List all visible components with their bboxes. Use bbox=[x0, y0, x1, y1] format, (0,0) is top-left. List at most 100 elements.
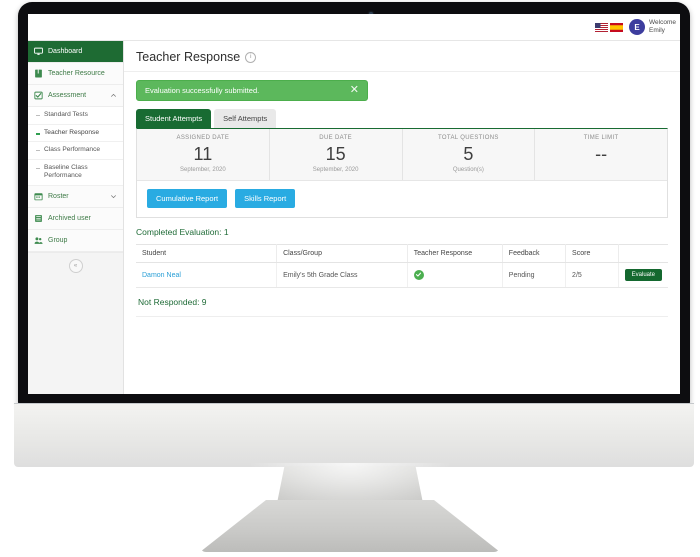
info-icon[interactable]: i bbox=[245, 51, 257, 63]
sidebar-subitem-label: Baseline Class Performance bbox=[44, 163, 88, 180]
us-flag-icon[interactable] bbox=[595, 22, 609, 32]
stat-sub: September, 2020 bbox=[312, 167, 359, 173]
stat-time-limit: TIME LIMIT -- bbox=[535, 129, 667, 180]
screenshot-scene: E Welcome Emily Dashboard Teacher Resour… bbox=[0, 0, 700, 557]
checklist-icon bbox=[34, 91, 43, 100]
column-header-feedback: Feedback bbox=[502, 244, 567, 263]
monitor-chin bbox=[14, 404, 694, 467]
stat-value: 15 bbox=[325, 144, 346, 164]
table-row: Damon Neal Emily's 5th Grade Class Pendi… bbox=[136, 262, 668, 288]
sidebar-item-label: Teacher Resource bbox=[48, 70, 105, 77]
sidebar-item-label: Roster bbox=[48, 192, 69, 200]
stat-total-questions: TOTAL QUESTIONS 5 Question(s) bbox=[403, 129, 536, 180]
avatar-initial: E bbox=[634, 22, 640, 32]
cell-teacher-response bbox=[407, 262, 503, 288]
sidebar-item-label: Assessment bbox=[48, 92, 87, 99]
success-alert: Evaluation successfully submitted. ✕ bbox=[136, 80, 368, 101]
chevron-up-icon[interactable] bbox=[110, 92, 117, 99]
stat-label: ASSIGNED DATE bbox=[176, 135, 230, 141]
tab-self-attempts[interactable]: Self Attempts bbox=[214, 109, 277, 128]
main-content: Teacher Response i Evaluation successful… bbox=[124, 41, 680, 394]
stat-value: 11 bbox=[193, 144, 213, 164]
bullet-dash-icon bbox=[36, 115, 40, 116]
completed-evaluation-section: Completed Evaluation: 1 Student Class/Gr… bbox=[136, 218, 668, 317]
sidebar-collapse-button[interactable]: « bbox=[68, 258, 83, 273]
sidebar-item-roster[interactable]: Roster bbox=[28, 185, 123, 208]
tab-bar: Student Attempts Self Attempts bbox=[136, 109, 668, 128]
top-bar: E Welcome Emily bbox=[28, 14, 680, 41]
column-header-actions bbox=[618, 244, 668, 263]
language-flags[interactable] bbox=[595, 22, 624, 32]
stat-label: DUE DATE bbox=[319, 135, 352, 141]
check-circle-icon bbox=[413, 269, 424, 280]
monitor-stand-base bbox=[200, 500, 500, 552]
stat-label: TIME LIMIT bbox=[583, 135, 619, 141]
calendar-icon bbox=[34, 192, 43, 200]
sidebar-subitem-teacher-response[interactable]: Teacher Response bbox=[28, 124, 123, 142]
app-body: Dashboard Teacher Resource Assessment St… bbox=[28, 41, 680, 394]
sidebar-item-label: Archived user bbox=[48, 214, 91, 222]
sidebar-subitem-label: Class Performance bbox=[44, 146, 101, 153]
sidebar-subitem-class-performance[interactable]: Class Performance bbox=[28, 142, 123, 160]
evaluate-button[interactable]: Evaluate bbox=[624, 269, 662, 281]
book-icon bbox=[35, 69, 42, 78]
sidebar: Dashboard Teacher Resource Assessment St… bbox=[28, 41, 124, 394]
sidebar-item-dashboard[interactable]: Dashboard bbox=[28, 41, 123, 63]
column-header-teacher-response: Teacher Response bbox=[407, 244, 503, 263]
report-buttons: Cumulative Report Skills Report bbox=[137, 181, 667, 217]
cell-class-group: Emily's 5th Grade Class bbox=[276, 262, 408, 288]
stat-value: 5 bbox=[463, 144, 474, 164]
cell-actions: Evaluate bbox=[618, 262, 668, 288]
close-icon[interactable]: ✕ bbox=[350, 85, 359, 96]
attempts-panel: ASSIGNED DATE 11 September, 2020 DUE DAT… bbox=[136, 128, 668, 218]
skills-report-button[interactable]: Skills Report bbox=[235, 189, 296, 208]
stat-due-date: DUE DATE 15 September, 2020 bbox=[270, 129, 403, 180]
column-header-student: Student bbox=[136, 244, 278, 263]
page-title: Teacher Response bbox=[136, 50, 241, 64]
evaluation-table: Student Class/Group Teacher Response Fee… bbox=[136, 244, 668, 288]
sidebar-item-label: Group bbox=[48, 236, 68, 244]
stats-row: ASSIGNED DATE 11 September, 2020 DUE DAT… bbox=[137, 129, 667, 181]
avatar[interactable]: E bbox=[629, 19, 646, 35]
completed-evaluation-heading: Completed Evaluation: 1 bbox=[136, 227, 229, 237]
sidebar-subitem-label: Standard Tests bbox=[44, 111, 88, 118]
welcome-username: Emily bbox=[649, 27, 665, 34]
sidebar-item-label: Dashboard bbox=[48, 48, 83, 55]
bullet-dash-icon bbox=[36, 132, 40, 135]
table-header-row: Student Class/Group Teacher Response Fee… bbox=[136, 244, 668, 263]
cell-score: 2/5 bbox=[565, 262, 619, 288]
spain-flag-icon[interactable] bbox=[610, 22, 624, 32]
stat-assigned-date: ASSIGNED DATE 11 September, 2020 bbox=[137, 129, 270, 180]
screen: E Welcome Emily Dashboard Teacher Resour… bbox=[28, 14, 680, 394]
cell-student: Damon Neal bbox=[136, 262, 278, 288]
tab-student-attempts[interactable]: Student Attempts bbox=[136, 109, 212, 128]
collapse-chevron-icon: « bbox=[73, 262, 78, 269]
cumulative-report-button[interactable]: Cumulative Report bbox=[147, 189, 228, 208]
sidebar-subitem-baseline-class-performance[interactable]: Baseline Class Performance bbox=[28, 159, 123, 186]
sidebar-item-archived-user[interactable]: Archived user bbox=[28, 207, 123, 230]
list-icon bbox=[35, 214, 42, 222]
welcome-text: Welcome Emily bbox=[649, 19, 676, 35]
stat-label: TOTAL QUESTIONS bbox=[437, 135, 499, 141]
not-responded-heading: Not Responded: 9 bbox=[136, 288, 668, 317]
sidebar-collapse-area: « bbox=[28, 251, 123, 394]
chevron-down-icon[interactable] bbox=[110, 193, 117, 200]
cell-feedback: Pending bbox=[502, 262, 567, 288]
stat-value: -- bbox=[595, 144, 608, 164]
column-header-score: Score bbox=[565, 244, 619, 263]
alert-message: Evaluation successfully submitted. bbox=[145, 86, 260, 95]
sidebar-item-assessment[interactable]: Assessment bbox=[28, 85, 123, 107]
monitor-icon bbox=[34, 47, 43, 55]
bullet-dash-icon bbox=[36, 167, 40, 169]
people-icon bbox=[34, 236, 43, 244]
column-header-class-group: Class/Group bbox=[276, 244, 408, 263]
student-link[interactable]: Damon Neal bbox=[142, 272, 181, 279]
page-header: Teacher Response i bbox=[124, 41, 680, 72]
stat-sub: Question(s) bbox=[452, 167, 484, 173]
sidebar-item-teacher-resource[interactable]: Teacher Resource bbox=[28, 63, 123, 85]
sidebar-subitem-standard-tests[interactable]: Standard Tests bbox=[28, 107, 123, 125]
sidebar-subitem-label: Teacher Response bbox=[44, 128, 99, 136]
sidebar-item-group[interactable]: Group bbox=[28, 229, 123, 252]
welcome-greeting: Welcome bbox=[649, 19, 676, 26]
stat-sub: September, 2020 bbox=[180, 167, 226, 173]
